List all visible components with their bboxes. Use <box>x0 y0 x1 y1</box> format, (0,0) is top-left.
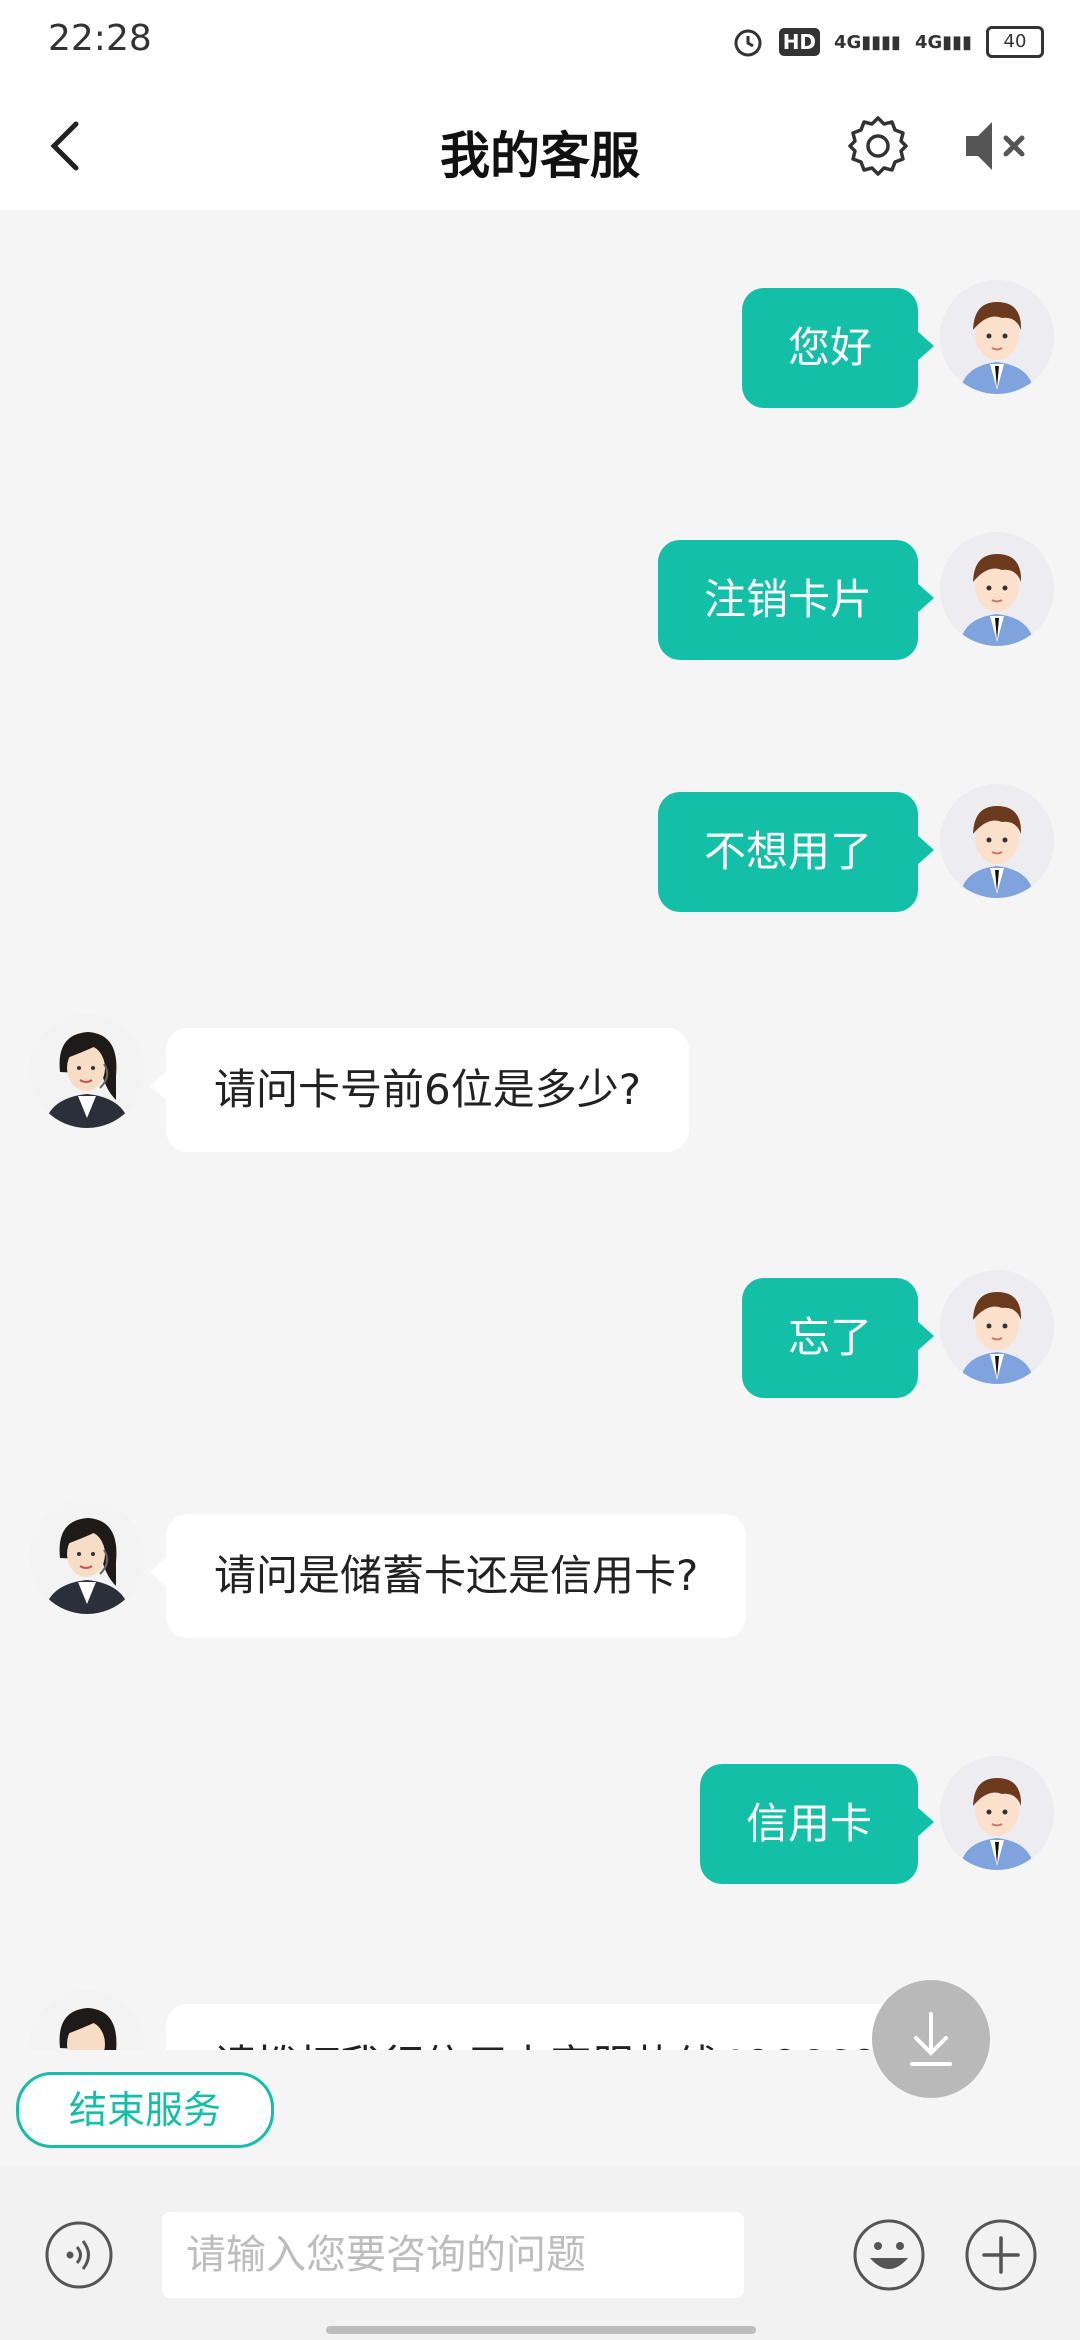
alarm-icon <box>734 29 762 57</box>
agent-avatar-icon <box>30 1500 144 1614</box>
hd-icon: HD <box>778 28 821 56</box>
agent-avatar[interactable] <box>30 1500 144 1614</box>
agent-message-bubble[interactable]: 请问卡号前6位是多少? <box>149 1028 690 1152</box>
agent-message-bubble[interactable]: 请拨打我行信用卡客服热线400669559 <box>166 2004 982 2050</box>
voice-icon[interactable] <box>44 2220 114 2290</box>
signal-label-1: 4G <box>834 31 862 53</box>
male-avatar-icon <box>940 1756 1054 1870</box>
user-avatar[interactable] <box>940 280 1054 394</box>
signal-label-2: 4G <box>914 31 943 53</box>
home-indicator <box>326 2326 756 2334</box>
user-avatar[interactable] <box>940 532 1054 646</box>
user-avatar[interactable] <box>940 784 1054 898</box>
signal-icon-1: 4G▮▮▮▮ <box>834 31 901 53</box>
message-input[interactable] <box>162 2212 744 2298</box>
user-message-bubble[interactable]: 信用卡 <box>699 1764 935 1884</box>
plus-icon[interactable] <box>964 2218 1038 2292</box>
agent-message-bubble[interactable]: 请问是储蓄卡还是信用卡? <box>149 1514 747 1638</box>
male-avatar-icon <box>940 532 1054 646</box>
user-message-bubble[interactable]: 忘了 <box>741 1278 935 1398</box>
page-title: 我的客服 <box>440 127 640 185</box>
status-time: 22:28 <box>48 18 152 59</box>
male-avatar-icon <box>940 280 1054 394</box>
status-bar: 22:28 HD 4G▮▮▮▮ 4G▮▮▮ 40 <box>0 0 1080 84</box>
nav-bar: 我的客服 <box>0 84 1080 210</box>
mute-icon[interactable] <box>960 114 1032 178</box>
agent-avatar[interactable] <box>30 1990 144 2050</box>
battery-level: 40 <box>1003 31 1027 52</box>
gear-icon[interactable] <box>846 114 910 178</box>
user-message-bubble[interactable]: 不想用了 <box>657 792 935 912</box>
chat-list[interactable]: 您好 注销卡片 不想用了 请问卡号前6位是多少? 忘了 请问是储蓄卡还是信用卡?… <box>0 210 1080 2050</box>
agent-avatar-icon <box>30 1014 144 1128</box>
user-avatar[interactable] <box>940 1756 1054 1870</box>
user-message-bubble[interactable]: 注销卡片 <box>657 540 935 660</box>
end-service-button[interactable]: 结束服务 <box>16 2072 274 2148</box>
male-avatar-icon <box>940 784 1054 898</box>
user-avatar[interactable] <box>940 1270 1054 1384</box>
battery-icon: 40 <box>986 26 1044 58</box>
scroll-down-icon <box>910 2012 952 2066</box>
input-bar <box>0 2166 1080 2340</box>
user-message-bubble[interactable]: 您好 <box>741 288 935 408</box>
agent-avatar[interactable] <box>30 1014 144 1128</box>
scroll-down-button[interactable] <box>872 1980 990 2098</box>
emoji-icon[interactable] <box>852 2218 926 2292</box>
status-icons: HD 4G▮▮▮▮ 4G▮▮▮ 40 <box>731 22 1044 62</box>
signal-icon-2: 4G▮▮▮ <box>914 31 972 53</box>
agent-avatar-icon <box>30 1990 144 2050</box>
male-avatar-icon <box>940 1270 1054 1384</box>
